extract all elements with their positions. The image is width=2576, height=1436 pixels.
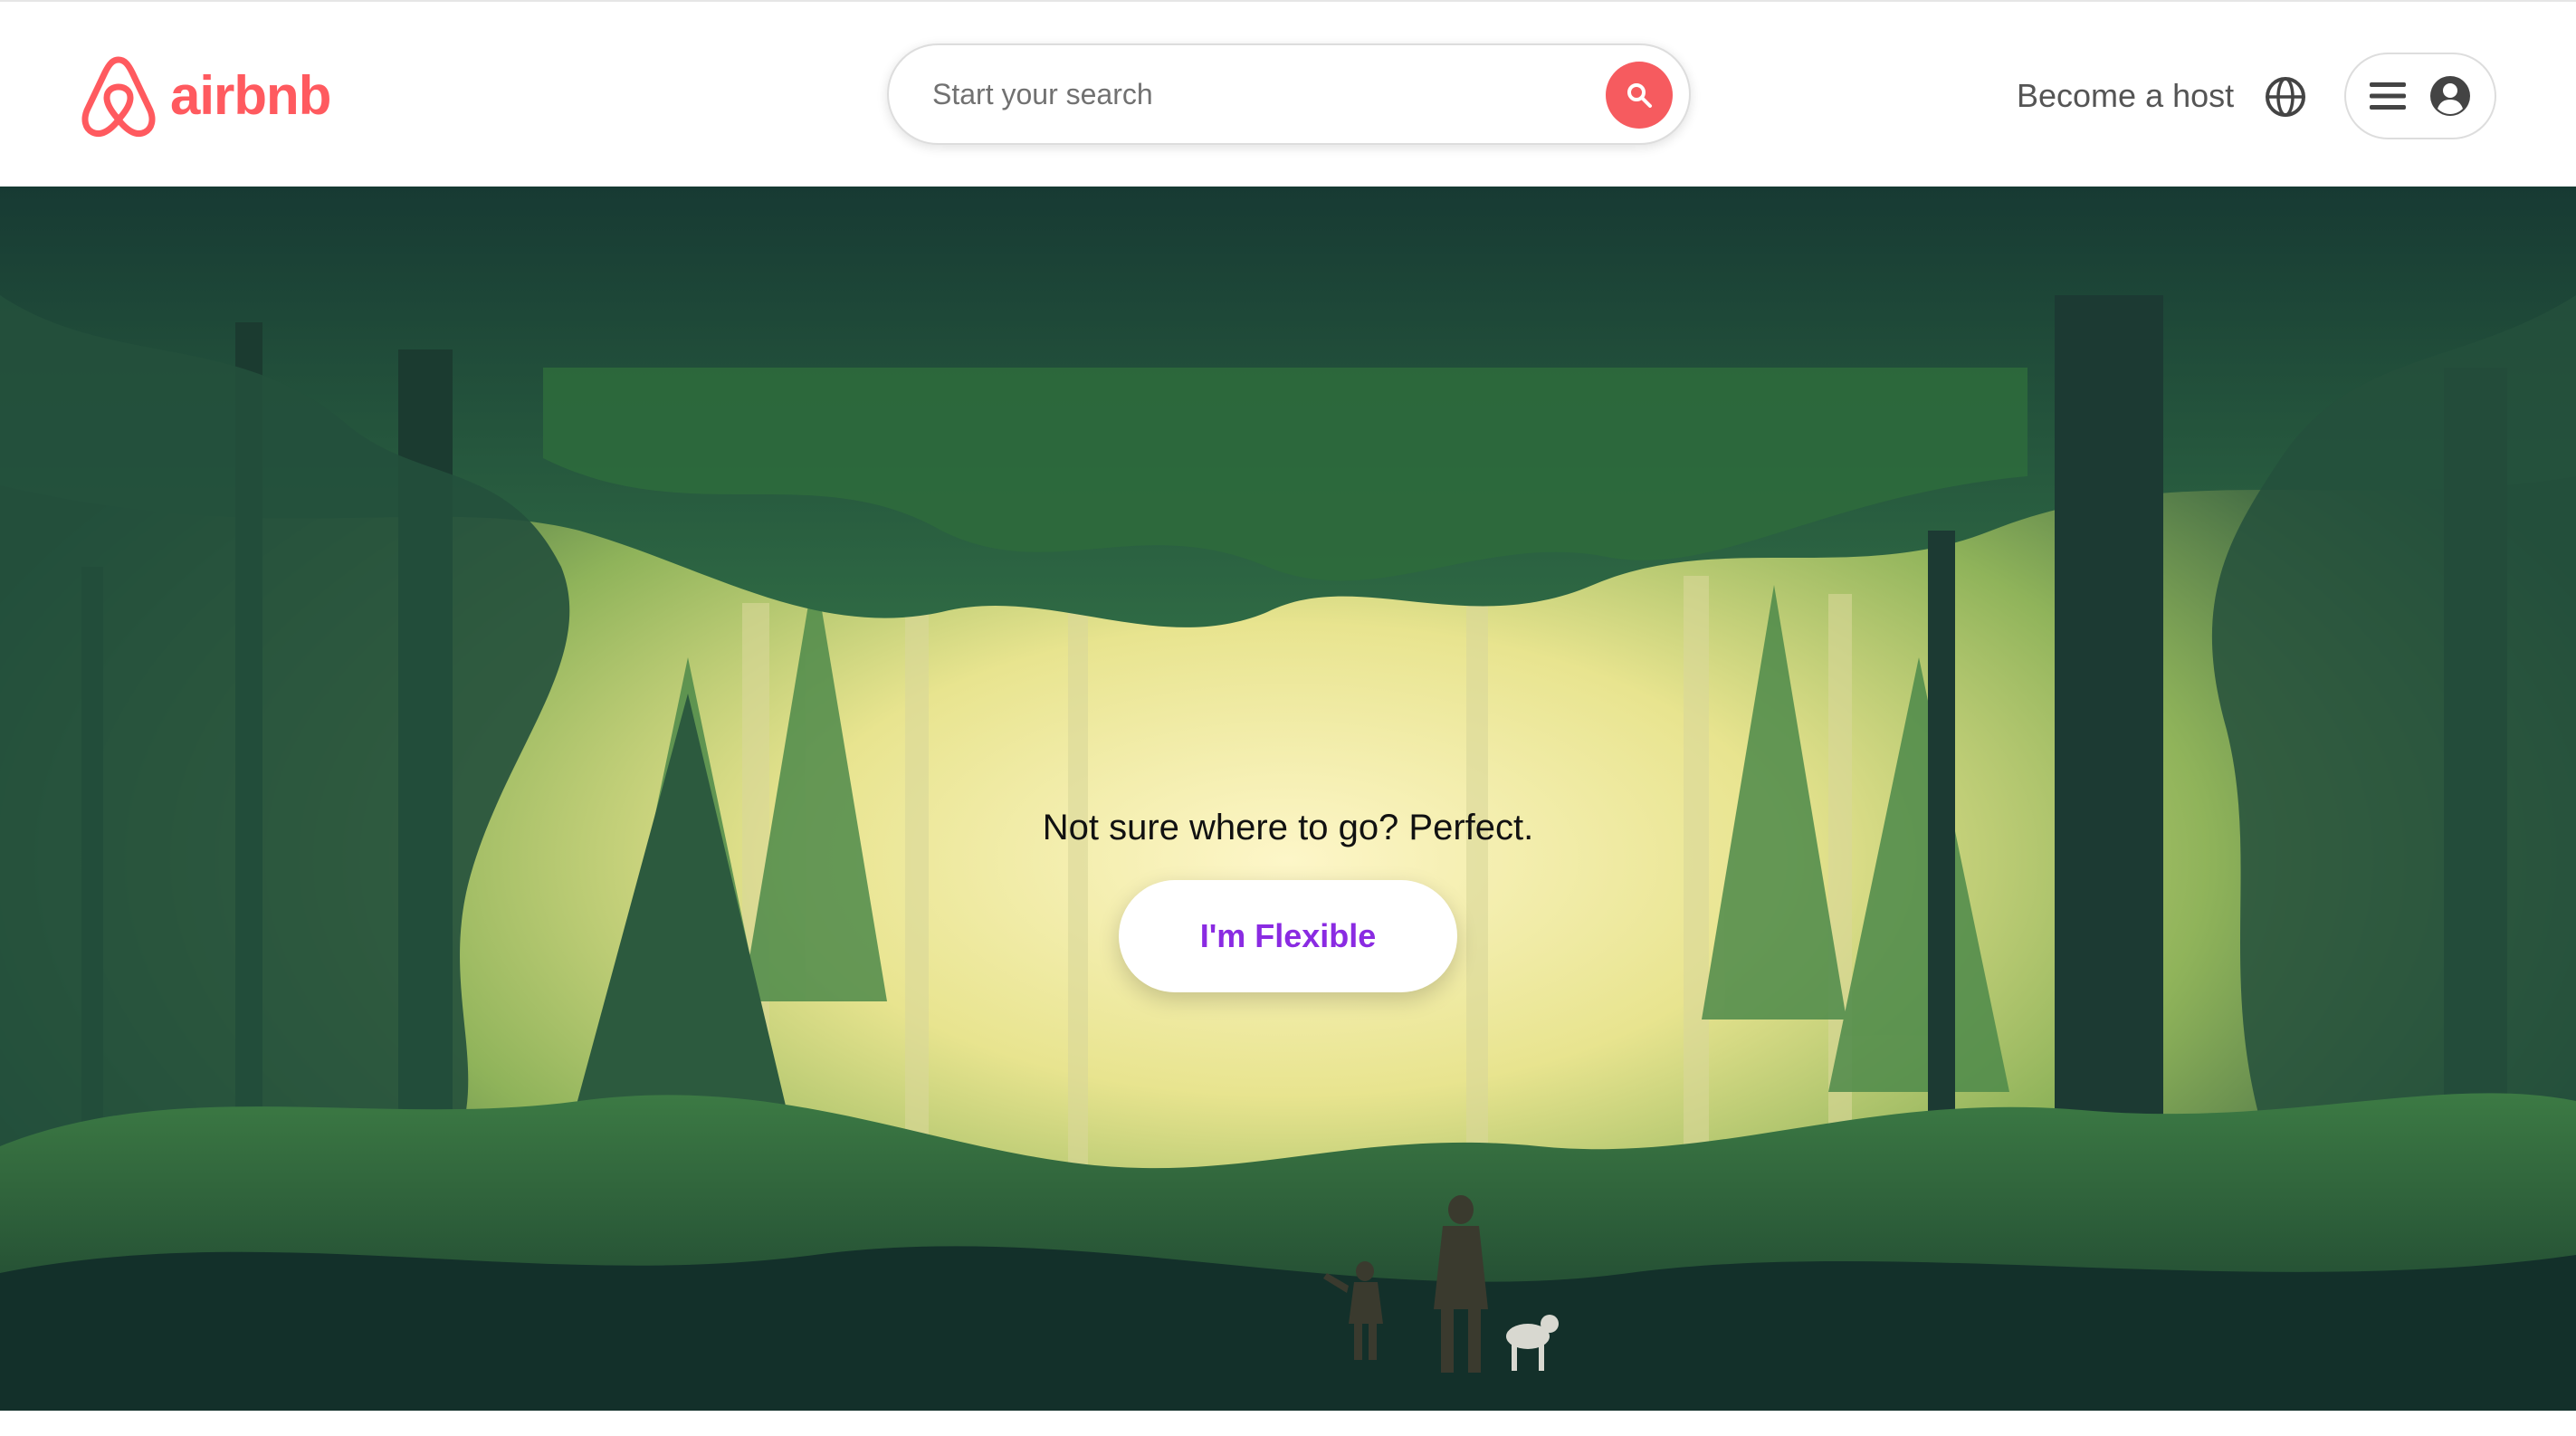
search-button[interactable] [1606,62,1673,129]
search-icon [1626,81,1653,109]
search-bar[interactable] [887,43,1691,145]
airbnb-belo-icon [80,54,157,138]
search-input[interactable] [930,76,1689,112]
airbnb-logo[interactable]: airbnb [80,54,331,138]
globe-icon [2265,76,2306,118]
user-menu-button[interactable] [2344,53,2496,139]
top-navigation-bar: airbnb Become a host [0,0,2576,187]
hero-tagline: Not sure where to go? Perfect. [1042,808,1534,847]
become-a-host-link[interactable]: Become a host [2017,74,2234,118]
im-flexible-button[interactable]: I'm Flexible [1119,880,1457,992]
hero-banner: Not sure where to go? Perfect. I'm Flexi… [0,187,2576,1411]
language-selector-button[interactable] [2265,76,2306,118]
forest-illustration [0,187,2576,1411]
user-avatar-icon [2429,75,2471,117]
page-bottom-strip [0,1411,2576,1436]
hamburger-menu-icon [2370,81,2406,111]
page: airbnb Become a host [0,0,2576,1436]
brand-name: airbnb [170,65,331,126]
